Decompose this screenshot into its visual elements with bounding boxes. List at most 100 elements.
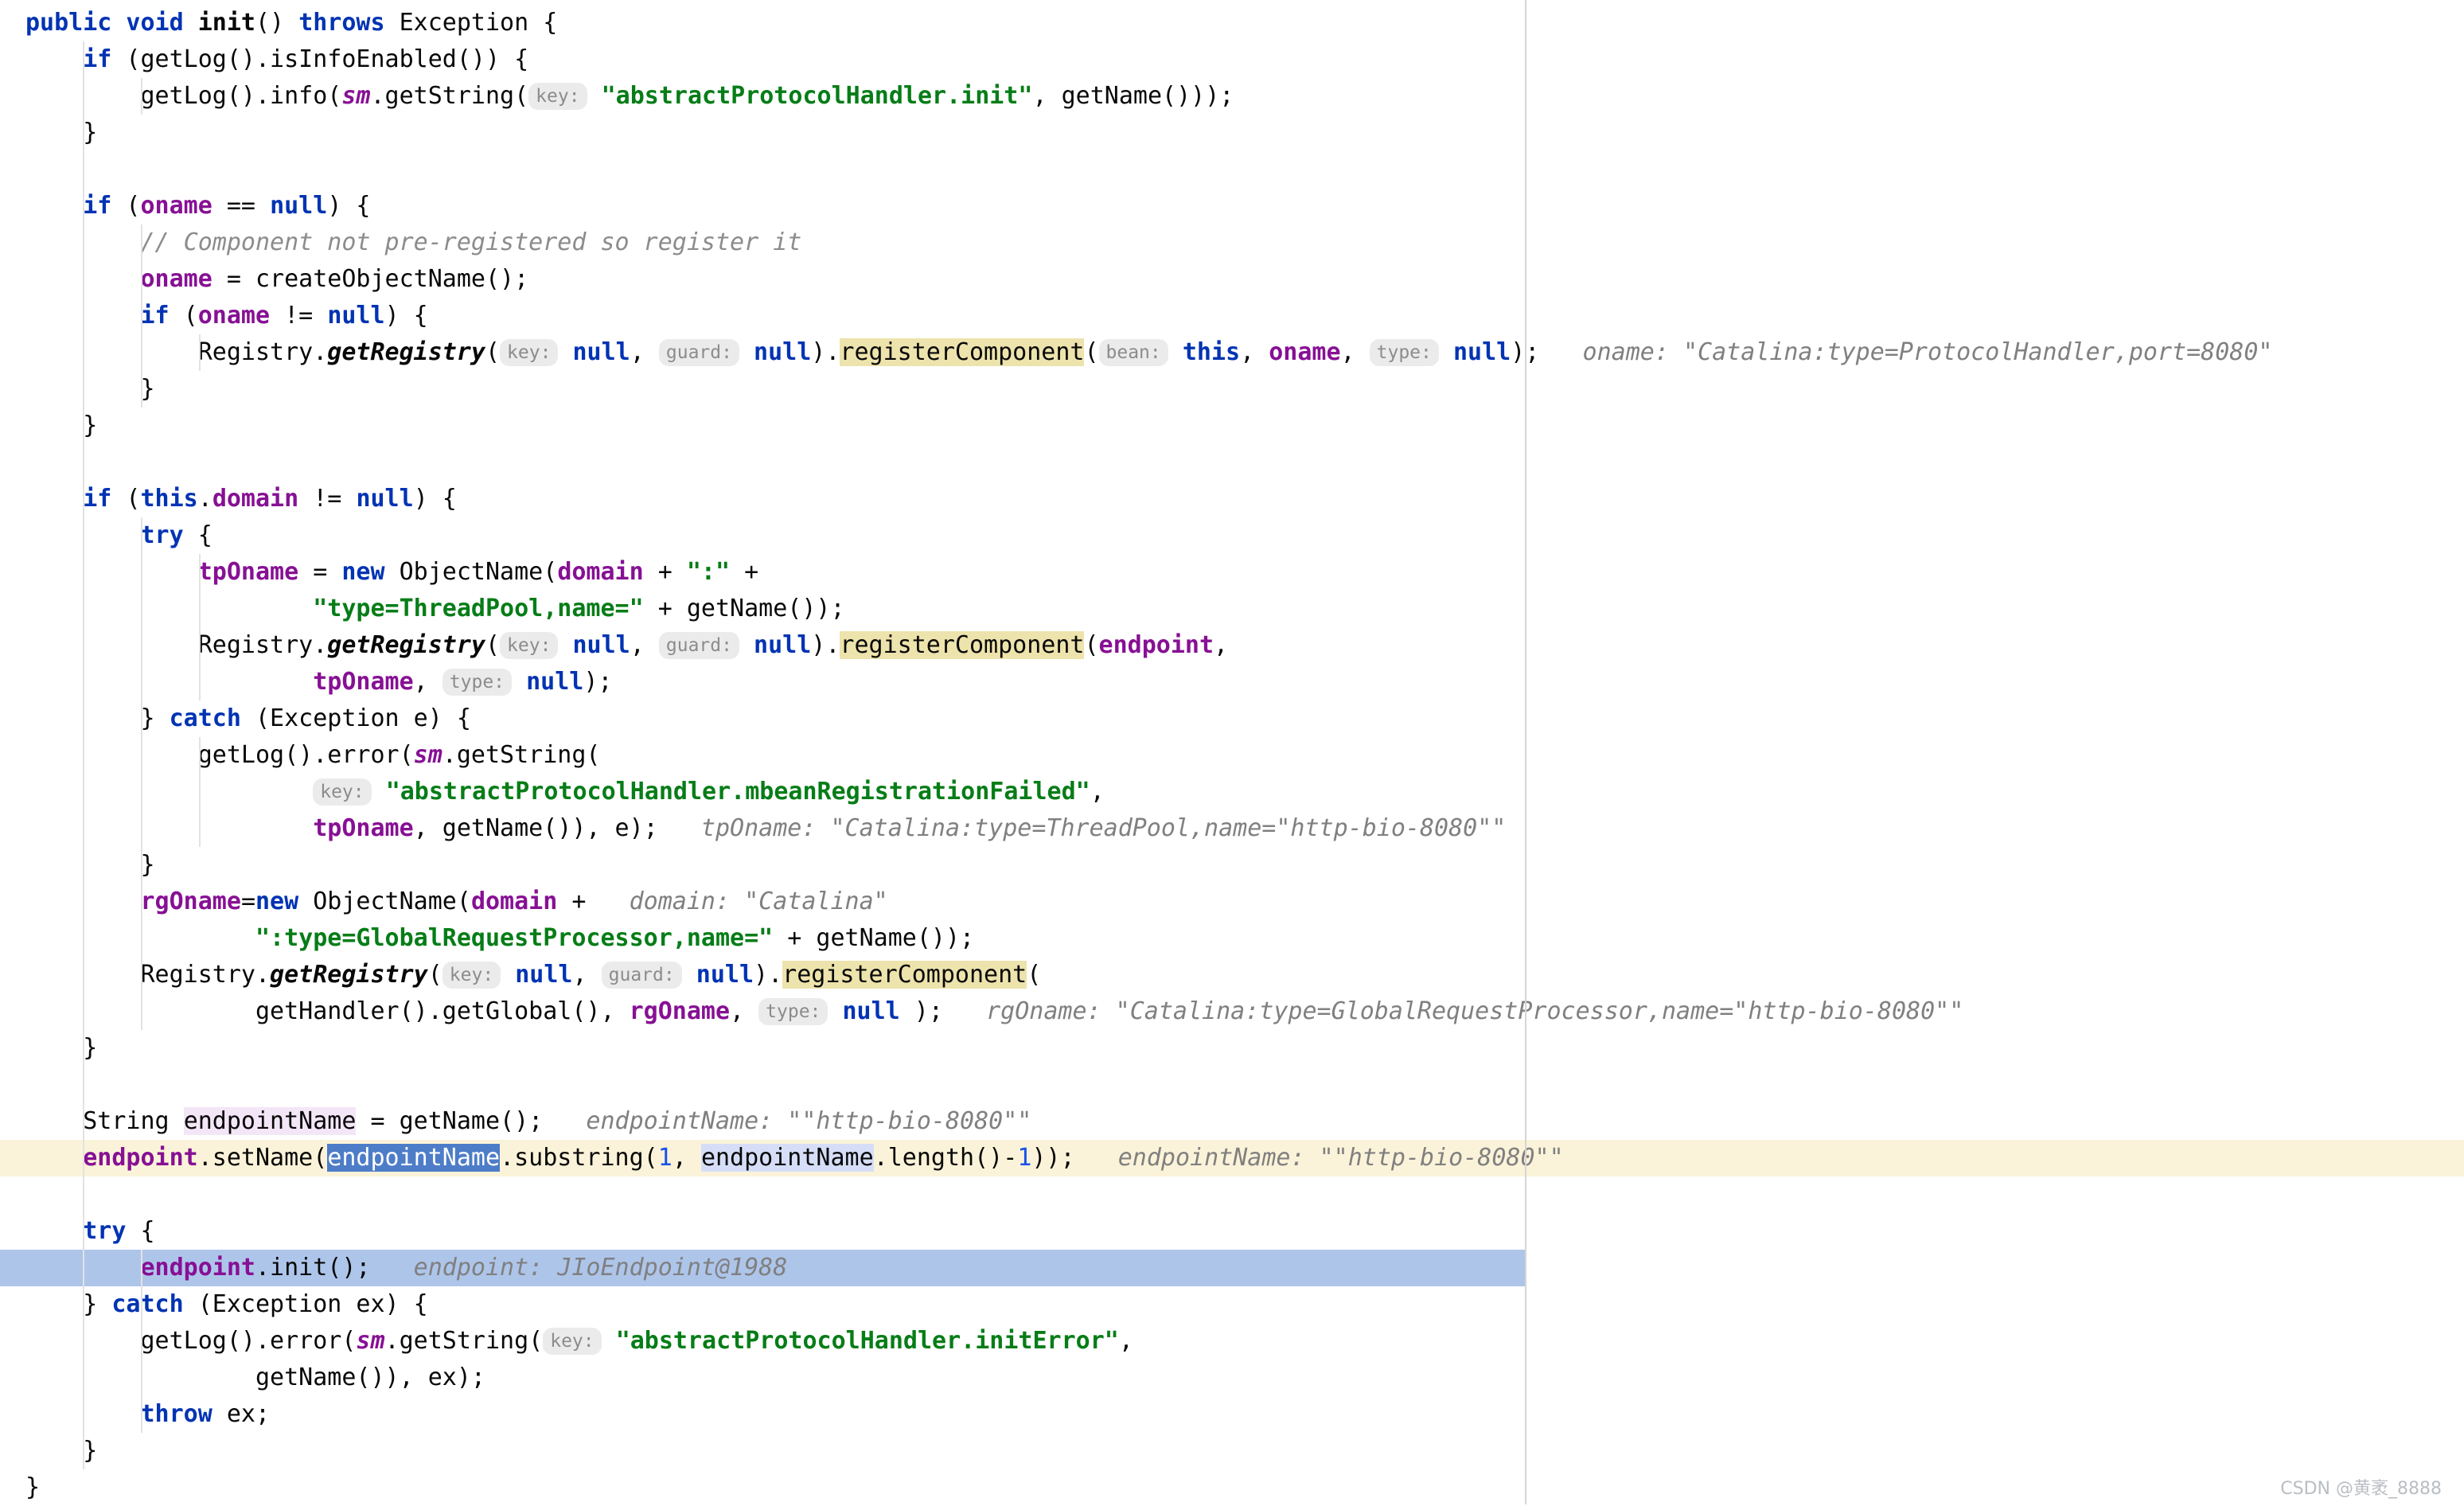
- code-token: tpOname: [313, 814, 413, 842]
- code-line[interactable]: oname = createObjectName();: [0, 261, 2464, 298]
- code-line[interactable]: getName()), ex);: [0, 1360, 2464, 1396]
- code-token: {: [184, 521, 212, 549]
- inline-debug-value: endpointName: ""http-bio-8080"": [1075, 1144, 1564, 1172]
- code-line[interactable]: if (getLog().isInfoEnabled()) {: [0, 41, 2464, 78]
- code-token: sm: [341, 82, 370, 110]
- keyword-token: if: [141, 302, 170, 330]
- parameter-hint-chip: key:: [500, 632, 558, 659]
- code-line[interactable]: Registry.getRegistry(key: null, guard: n…: [0, 627, 2464, 664]
- code-token: }: [25, 375, 155, 403]
- code-line[interactable]: } catch (Exception ex) {: [0, 1286, 2464, 1323]
- code-line[interactable]: Registry.getRegistry(key: null, guard: n…: [0, 334, 2464, 371]
- code-line[interactable]: try {: [0, 517, 2464, 554]
- code-token: );: [583, 668, 612, 696]
- code-token: ,: [1214, 631, 1228, 659]
- code-line[interactable]: // Component not pre-registered so regis…: [0, 224, 2464, 261]
- code-token: endpoint: [1099, 631, 1214, 659]
- code-token: .setName(: [198, 1144, 328, 1172]
- keyword-token: null: [515, 961, 572, 989]
- code-line[interactable]: }: [0, 371, 2464, 408]
- code-token: domain: [471, 888, 557, 915]
- code-line[interactable]: tpOname, type: null);: [0, 664, 2464, 700]
- code-token: endpoint: [83, 1144, 198, 1172]
- code-line[interactable]: getHandler().getGlobal(), rgOname, type:…: [0, 993, 2464, 1030]
- code-line[interactable]: if (this.domain != null) {: [0, 481, 2464, 517]
- code-token: [25, 485, 83, 513]
- code-token: ,: [1240, 338, 1269, 366]
- code-token: .: [198, 485, 212, 513]
- code-token: domain: [212, 485, 298, 513]
- keyword-token: null: [754, 338, 811, 366]
- code-token: ,: [414, 668, 443, 696]
- code-token: [682, 961, 696, 989]
- code-line[interactable]: }: [0, 1030, 2464, 1067]
- code-area[interactable]: public void init() throws Exception { if…: [0, 0, 2464, 1506]
- code-token: [1168, 338, 1183, 366]
- parameter-hint-chip: key:: [500, 339, 558, 366]
- code-token: [25, 45, 83, 73]
- code-line[interactable]: tpOname = new ObjectName(domain + ":" +: [0, 554, 2464, 591]
- code-line[interactable]: if (oname == null) {: [0, 188, 2464, 224]
- code-line[interactable]: getLog().error(sm.getString(key: "abstra…: [0, 1323, 2464, 1360]
- keyword-token: throws: [298, 9, 399, 37]
- code-line[interactable]: [0, 444, 2464, 481]
- code-token: .getString(: [370, 82, 528, 110]
- code-token: [739, 338, 754, 366]
- code-token: sm: [414, 741, 443, 769]
- code-line[interactable]: }: [0, 847, 2464, 884]
- code-line[interactable]: } catch (Exception e) {: [0, 700, 2464, 737]
- indent-guide: [199, 554, 201, 700]
- code-line[interactable]: throw ex;: [0, 1396, 2464, 1433]
- code-line[interactable]: }: [0, 1433, 2464, 1469]
- code-line[interactable]: getLog().info(sm.getString(key: "abstrac…: [0, 78, 2464, 115]
- code-token: !=: [270, 302, 327, 330]
- keyword-token: null: [573, 338, 630, 366]
- indent-guide: [141, 517, 142, 1030]
- code-line[interactable]: [0, 151, 2464, 188]
- inline-debug-value: tpOname: "Catalina:type=ThreadPool,name=…: [658, 814, 1507, 842]
- parameter-hint-chip: guard:: [602, 962, 682, 989]
- code-line[interactable]: }: [0, 115, 2464, 151]
- execution-line[interactable]: endpoint.init(); endpoint: JIoEndpoint@1…: [0, 1250, 2464, 1286]
- code-token: getName()), ex);: [25, 1364, 485, 1391]
- code-line[interactable]: try {: [0, 1213, 2464, 1250]
- code-line[interactable]: rgOname=new ObjectName(domain + domain: …: [0, 884, 2464, 920]
- code-line[interactable]: ":type=GlobalRequestProcessor,name=" + g…: [0, 920, 2464, 957]
- code-token: [558, 631, 572, 659]
- code-token: Registry.: [25, 631, 327, 659]
- code-token: (: [485, 338, 500, 366]
- code-token: }: [25, 412, 97, 439]
- code-token: [372, 778, 386, 806]
- code-token: (): [255, 9, 298, 37]
- code-token: ) {: [327, 192, 370, 220]
- code-line[interactable]: getLog().error(sm.getString(: [0, 737, 2464, 774]
- code-token: ,: [1119, 1327, 1133, 1355]
- code-line[interactable]: [0, 1176, 2464, 1213]
- code-line[interactable]: [0, 1067, 2464, 1103]
- code-token: getLog().error(: [25, 1327, 356, 1355]
- code-line[interactable]: String endpointName = getName(); endpoin…: [0, 1103, 2464, 1140]
- code-line[interactable]: key: "abstractProtocolHandler.mbeanRegis…: [0, 774, 2464, 810]
- code-line[interactable]: }: [0, 408, 2464, 444]
- code-token: ,: [673, 1144, 701, 1172]
- code-token: 1: [658, 1144, 673, 1172]
- code-token: ObjectName(: [385, 558, 558, 586]
- code-line[interactable]: public void init() throws Exception {: [0, 5, 2464, 41]
- identifier-occurrence-write: endpointName: [184, 1107, 357, 1135]
- code-line[interactable]: Registry.getRegistry(key: null, guard: n…: [0, 957, 2464, 993]
- code-token: [602, 1327, 616, 1355]
- code-line[interactable]: if (oname != null) {: [0, 298, 2464, 334]
- code-line[interactable]: "type=ThreadPool,name=" + getName());: [0, 591, 2464, 627]
- code-token: [558, 338, 572, 366]
- code-token: ,: [730, 997, 758, 1025]
- parameter-hint-chip: type:: [443, 669, 512, 696]
- code-token: ));: [1031, 1144, 1074, 1172]
- keyword-token: if: [83, 45, 111, 73]
- code-token: rgOname: [141, 888, 241, 915]
- code-line[interactable]: tpOname, getName()), e); tpOname: "Catal…: [0, 810, 2464, 847]
- caret-line[interactable]: endpoint.setName(endpointName.substring(…: [0, 1140, 2464, 1176]
- code-token: [25, 192, 83, 220]
- parameter-hint-chip: key:: [528, 83, 587, 110]
- code-line[interactable]: }: [0, 1469, 2464, 1506]
- code-editor[interactable]: public void init() throws Exception { if…: [0, 0, 2464, 1504]
